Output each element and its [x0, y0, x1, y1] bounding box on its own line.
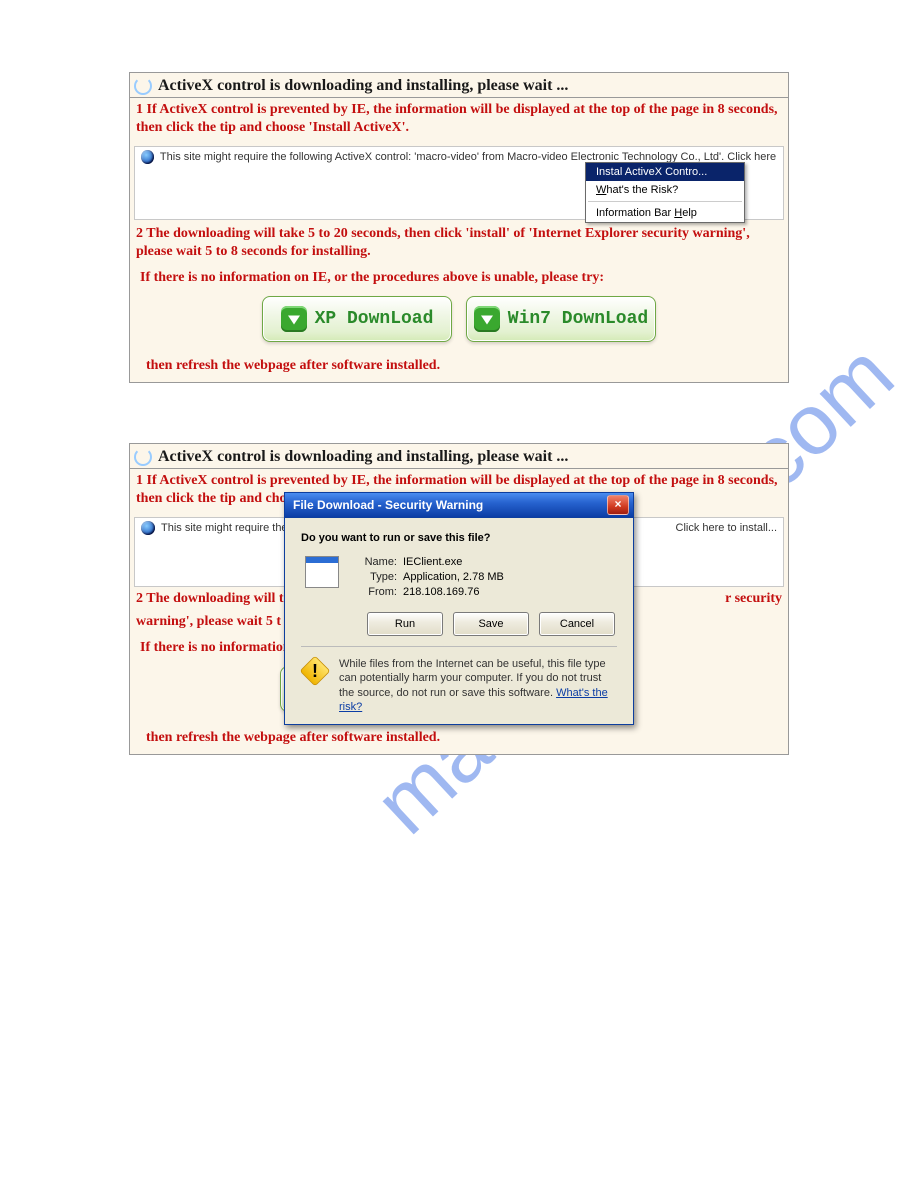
- xp-download-button[interactable]: XP DownLoad: [262, 296, 452, 342]
- activex-panel-1: ActiveX control is downloading and insta…: [129, 72, 789, 383]
- panel2-para4: then refresh the webpage after software …: [136, 728, 788, 748]
- infobar-frame: Instal ActiveX Contro... WWhat's the Ris…: [134, 167, 784, 220]
- menu-separator: [588, 201, 742, 202]
- dialog-file-info: Name: IEClient.exe Type: Application, 2.…: [305, 556, 617, 598]
- warning-icon: [301, 657, 329, 685]
- file-download-dialog: File Download - Security Warning × Do yo…: [284, 492, 634, 725]
- from-key: From:: [353, 586, 403, 598]
- dialog-titlebar[interactable]: File Download - Security Warning ×: [284, 492, 634, 518]
- activex-panel-2: ActiveX control is downloading and insta…: [129, 443, 789, 755]
- warning-text-block: While files from the Internet can be use…: [339, 657, 617, 714]
- menu-infobar-help[interactable]: Information Bar HelpInformation Bar Help: [586, 204, 744, 222]
- para2-right: r security: [725, 590, 782, 608]
- run-button[interactable]: Run: [367, 612, 443, 636]
- panel1-para1: 1 If ActiveX control is prevented by IE,…: [130, 98, 788, 138]
- type-value: Application, 2.78 MB: [403, 571, 504, 583]
- infobar-text-right: Click here to install...: [676, 522, 777, 534]
- download-icon: [281, 306, 307, 332]
- para2-left: 2 The downloading will ta: [136, 590, 291, 608]
- panel2-title-row: ActiveX control is downloading and insta…: [130, 444, 788, 469]
- from-value: 218.108.169.76: [403, 586, 504, 598]
- panel2-title: ActiveX control is downloading and insta…: [158, 448, 568, 466]
- cancel-button[interactable]: Cancel: [539, 612, 615, 636]
- win7-download-label: Win7 DownLoad: [508, 309, 648, 329]
- spinner-icon: [134, 448, 152, 466]
- win7-download-button[interactable]: Win7 DownLoad: [466, 296, 656, 342]
- menu-install-activex[interactable]: Instal ActiveX Contro...: [586, 163, 744, 181]
- application-icon: [305, 556, 339, 588]
- save-button[interactable]: Save: [453, 612, 529, 636]
- download-buttons-row: XP DownLoad Win7 DownLoad: [130, 288, 788, 348]
- file-properties: Name: IEClient.exe Type: Application, 2.…: [353, 556, 504, 598]
- xp-download-label: XP DownLoad: [315, 309, 434, 329]
- spinner-icon: [134, 77, 152, 95]
- panel1-para4: then refresh the webpage after software …: [136, 356, 788, 376]
- name-value: IEClient.exe: [403, 556, 504, 568]
- type-key: Type:: [353, 571, 403, 583]
- page: manualshive.com ActiveX control is downl…: [0, 0, 918, 755]
- dialog-title: File Download - Security Warning: [293, 498, 483, 512]
- panel1-title: ActiveX control is downloading and insta…: [158, 77, 568, 95]
- shield-icon: [141, 521, 155, 535]
- close-icon[interactable]: ×: [607, 495, 629, 515]
- download-icon: [474, 306, 500, 332]
- dialog-warning: While files from the Internet can be use…: [301, 646, 617, 714]
- name-key: Name:: [353, 556, 403, 568]
- panel1-para2: 2 The downloading will take 5 to 20 seco…: [130, 222, 788, 262]
- dialog-question: Do you want to run or save this file?: [301, 532, 617, 544]
- menu-whats-the-risk[interactable]: WWhat's the Risk?hat's the Risk?: [586, 181, 744, 199]
- dialog-body: Do you want to run or save this file? Na…: [284, 518, 634, 725]
- panel1-title-row: ActiveX control is downloading and insta…: [130, 73, 788, 98]
- shield-icon: [141, 150, 154, 164]
- dialog-button-row: Run Save Cancel: [303, 612, 615, 636]
- infobar-context-menu: Instal ActiveX Contro... WWhat's the Ris…: [585, 162, 745, 223]
- panel1-para3: If there is no information on IE, or the…: [130, 268, 788, 288]
